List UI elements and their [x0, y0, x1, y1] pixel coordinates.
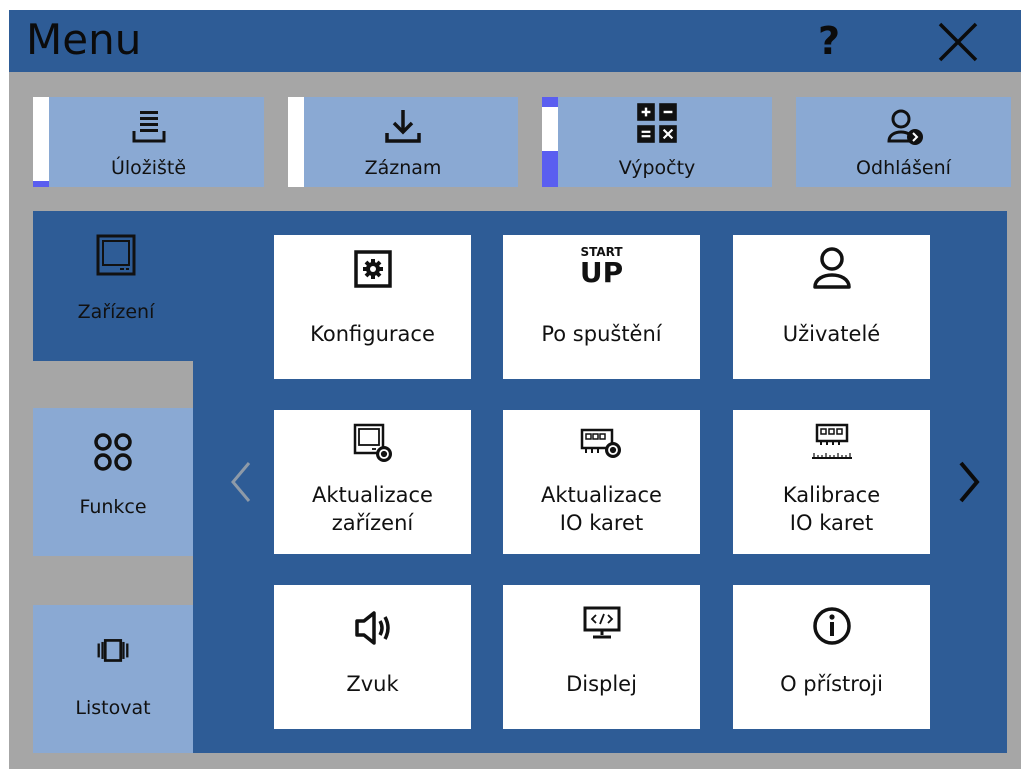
calculator-icon: [637, 103, 677, 143]
chevron-left-icon: [231, 462, 251, 502]
logout-user-icon: [886, 109, 923, 145]
browse-icon: [97, 639, 129, 662]
logout-button[interactable]: Odhlášení: [796, 97, 1011, 187]
tab-functions[interactable]: Funkce: [33, 408, 193, 556]
tile-about[interactable]: O přístroji: [733, 585, 930, 729]
calculations-button[interactable]: Výpočty: [542, 97, 772, 187]
content-panel: Konfigurace START UP Po spuštění Uživate…: [193, 211, 1007, 753]
chevron-right-icon: [959, 461, 980, 503]
tile-label: Konfigurace: [310, 322, 435, 346]
settings-icon: [353, 250, 392, 288]
tile-configuration[interactable]: Konfigurace: [274, 235, 471, 379]
download-icon: [385, 110, 421, 143]
tab-device-label: Zařízení: [77, 301, 155, 323]
tile-label: Uživatelé: [782, 322, 881, 346]
tile-display[interactable]: Displej: [503, 585, 700, 729]
tab-functions-label: Funkce: [79, 496, 147, 518]
calculations-label: Výpočty: [618, 157, 696, 179]
startup-icon-bottom-text: UP: [579, 256, 624, 289]
io-card-update-icon: [580, 428, 621, 458]
record-label: Záznam: [364, 157, 442, 179]
storage-icon: [132, 111, 165, 143]
selection-indicator-mark: [33, 181, 49, 187]
tile-io-card-update[interactable]: Aktualizace IO karet: [503, 410, 700, 554]
selection-indicator-mark: [542, 97, 558, 107]
device-icon: [96, 234, 136, 276]
tile-sound[interactable]: Zvuk: [274, 585, 471, 729]
page-title: Menu: [26, 15, 142, 64]
tile-label: Po spuštění: [541, 322, 662, 346]
tile-label: O přístroji: [780, 672, 883, 696]
record-button[interactable]: Záznam: [288, 97, 518, 187]
tile-label-line2: IO karet: [559, 511, 644, 535]
tile-label-line2: zařízení: [331, 511, 414, 535]
tab-browse[interactable]: Listovat: [33, 605, 193, 753]
tile-label-line2: IO karet: [789, 511, 874, 535]
menu-window: Menu ? Úložiště Záznam Výpočty Odhlášení…: [9, 10, 1021, 769]
tile-startup[interactable]: START UP Po spuštění: [503, 235, 700, 379]
help-button[interactable]: ?: [805, 18, 853, 64]
tile-device-update[interactable]: Aktualizace zařízení: [274, 410, 471, 554]
prev-page-button[interactable]: [223, 455, 259, 509]
tile-label: Displej: [566, 672, 637, 696]
info-icon: [812, 607, 851, 645]
tile-users[interactable]: Uživatelé: [733, 235, 930, 379]
storage-label: Úložiště: [110, 157, 187, 179]
speaker-icon: [354, 611, 390, 645]
storage-button[interactable]: Úložiště: [33, 97, 264, 187]
tile-label-line1: Aktualizace: [541, 483, 662, 507]
user-icon: [812, 247, 851, 289]
tab-device[interactable]: Zařízení: [33, 211, 199, 361]
tile-label-line1: Kalibrace: [782, 483, 881, 507]
device-update-icon: [353, 423, 392, 462]
title-bar: Menu ?: [9, 10, 1021, 72]
close-icon: [938, 22, 978, 62]
io-card-calibration-icon: [811, 423, 852, 459]
logout-label: Odhlášení: [856, 157, 951, 179]
tile-label-line1: Aktualizace: [312, 483, 433, 507]
close-button[interactable]: [935, 20, 981, 64]
display-icon: [583, 606, 620, 639]
tile-io-card-calibration[interactable]: Kalibrace IO karet: [733, 410, 930, 554]
startup-icon: START UP: [503, 245, 700, 287]
next-page-button[interactable]: [951, 455, 987, 509]
tile-label: Zvuk: [346, 672, 399, 696]
functions-icon: [94, 433, 132, 471]
tab-browse-label: Listovat: [75, 697, 151, 719]
